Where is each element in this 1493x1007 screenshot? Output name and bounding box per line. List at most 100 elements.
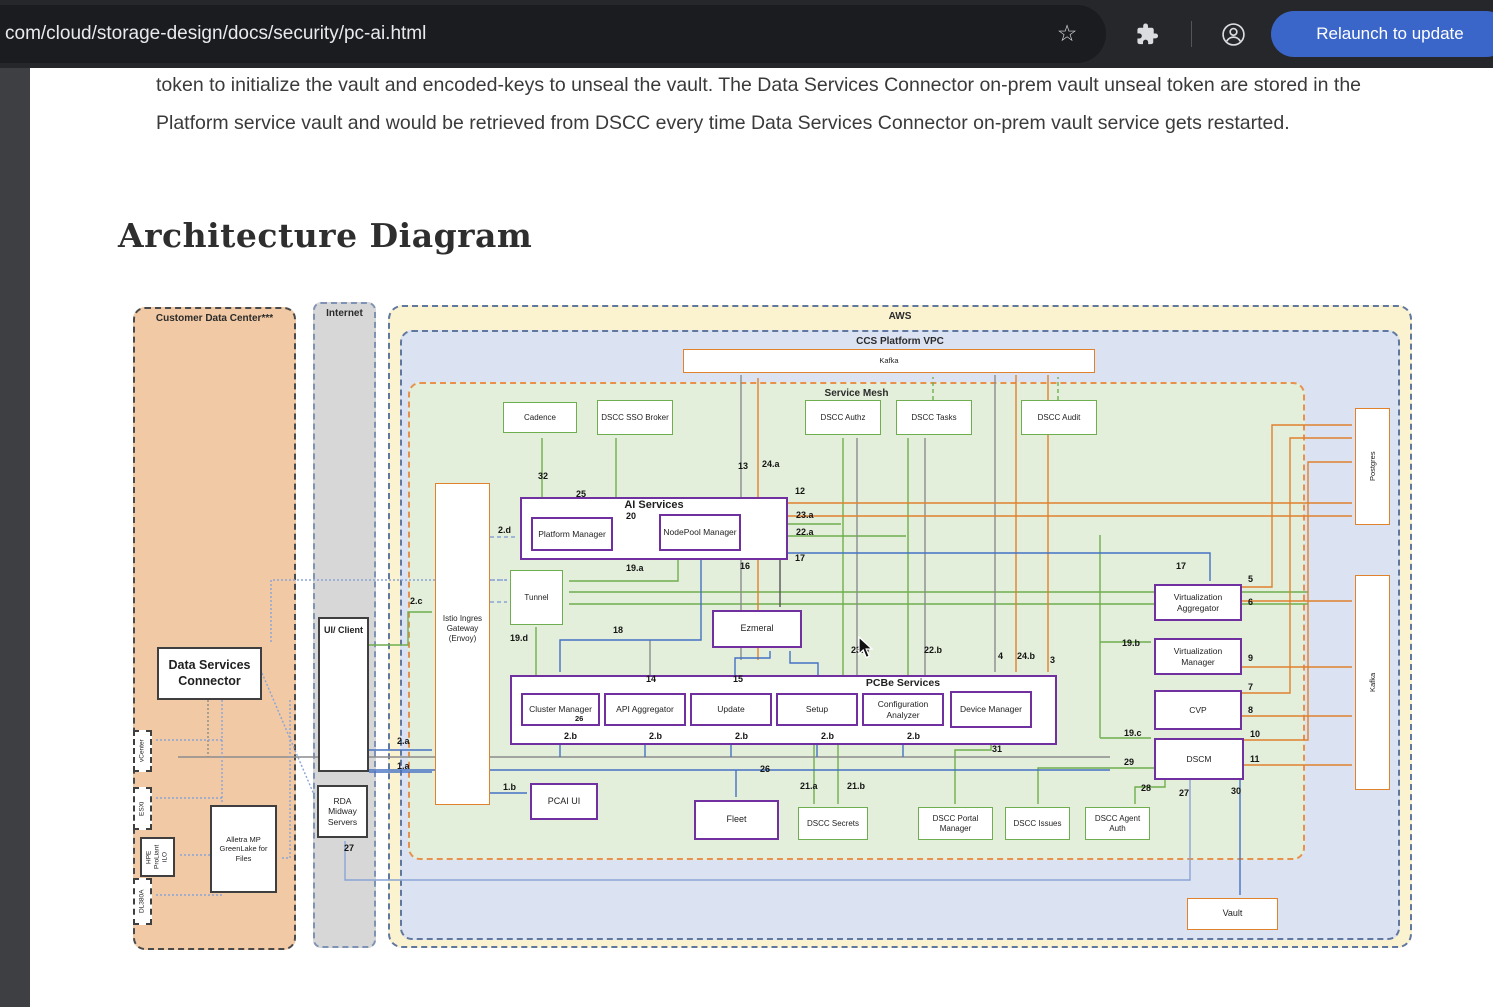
edge-label-8: 8 [1248,705,1253,715]
edge-label-19a: 19.a [626,563,644,573]
node-cvp: CVP [1154,690,1242,730]
edge-label-26-fleet: 26 [760,764,770,774]
edge-label-22b: 22.b [924,645,942,655]
edge-label-23a: 23.a [796,510,814,520]
node-data-services-connector: Data Services Connector [157,647,262,700]
edge-label-2b-2: 2.b [649,731,662,741]
edge-label-13: 13 [738,461,748,471]
node-dscc-tasks: DSCC Tasks [896,400,972,435]
edge-label-22a: 22.a [796,527,814,537]
edge-label-7: 7 [1248,682,1253,692]
node-dscc-audit: DSCC Audit [1021,400,1097,435]
edge-label-27-left: 27 [344,843,354,853]
edge-label-3: 3 [1050,655,1055,665]
edge-label-9: 9 [1248,653,1253,663]
edge-label-4: 4 [998,651,1003,661]
edge-label-24b: 24.b [1017,651,1035,661]
window-edge [0,68,30,1007]
node-hpe-proliant-ilo: HPE ProLiant iLO [140,837,175,877]
node-dscc-issues: DSCC Issues [1005,807,1070,840]
node-ezmeral: Ezmeral [712,610,802,648]
edge-label-20: 20 [626,511,636,521]
edge-label-27-right: 27 [1179,788,1189,798]
architecture-diagram: Customer Data Center*** Internet AWS CCS… [118,295,1412,955]
node-api-aggregator: API Aggregator [604,693,686,726]
edge-label-12: 12 [795,486,805,496]
node-alletra-mp-greenlake: Alletra MP GreenLake for Files [210,805,277,893]
profile-icon[interactable] [1221,22,1246,47]
node-cadence: Cadence [503,402,577,433]
node-fleet: Fleet [694,800,779,840]
node-dscc-sso-broker: DSCC SSO Broker [597,400,673,435]
relaunch-to-update-button[interactable]: Relaunch to update [1271,11,1493,57]
node-vault: Vault [1187,898,1278,930]
node-postgres: Postgres [1355,408,1390,525]
toolbar-divider [1191,21,1192,47]
node-dscc-authz: DSCC Authz [805,400,881,435]
node-tunnel: Tunnel [510,570,563,625]
edge-label-6: 6 [1248,597,1253,607]
node-dscc-secrets: DSCC Secrets [798,807,868,840]
edge-label-19c: 19.c [1124,728,1142,738]
edge-label-17-right: 17 [1176,561,1186,571]
node-nodepool-manager: NodePool Manager [659,514,741,551]
edge-label-21b: 21.b [847,781,865,791]
edge-label-17-left: 17 [795,553,805,563]
edge-label-32: 32 [538,471,548,481]
node-kafka-top: Kafka [683,349,1095,373]
node-device-manager: Device Manager [950,691,1032,728]
edge-label-19b: 19.b [1122,638,1140,648]
edge-label-29: 29 [1124,757,1134,767]
edge-label-18: 18 [613,625,623,635]
edge-label-2b-1: 2.b [564,731,577,741]
edge-label-1b: 1.b [503,782,516,792]
edge-label-2c: 2.c [410,596,423,606]
bookmark-star-icon[interactable]: ☆ [1050,0,1084,68]
extensions-icon[interactable] [1136,23,1159,46]
edge-label-26-cluster: 26 [575,714,583,723]
edge-label-19d: 19.d [510,633,528,643]
edge-label-11: 11 [1250,754,1260,764]
edge-label-25: 25 [576,489,586,499]
node-dscc-portal-manager: DSCC Portal Manager [918,807,993,840]
node-cluster-manager: Cluster Manager [521,693,600,726]
node-vcenter: vCenter [133,730,152,772]
node-pcai-ui: PCAI UI [530,783,598,820]
edge-label-10: 10 [1250,729,1260,739]
node-dscm: DSCM [1154,738,1244,780]
body-paragraph: token to initialize the vault and encode… [156,66,1428,142]
edge-label-24a: 24.a [762,459,780,469]
mouse-cursor [858,636,880,665]
node-esxi: ESXi [133,787,152,830]
edge-label-5: 5 [1248,574,1253,584]
node-virtualization-manager: Virtualization Manager [1154,638,1242,675]
node-kafka-right: Kafka [1355,575,1390,790]
edge-label-21a: 21.a [800,781,818,791]
node-rda-midway-servers: RDA Midway Servers [317,785,368,838]
page-title: Architecture Diagram [118,216,532,255]
edge-label-30: 30 [1231,786,1241,796]
url-text[interactable]: com/cloud/storage-design/docs/security/p… [5,0,426,68]
pcbe-services-title: PCBe Services [758,677,1048,689]
edge-label-16: 16 [740,561,750,571]
node-dl380a: DL380A [133,878,152,925]
edge-label-1a: 1.a [397,761,410,771]
node-virtualization-aggregator: Virtualization Aggregator [1154,584,1242,621]
node-ui-client: UI/ Client [318,617,369,772]
edge-label-15: 15 [733,674,743,684]
node-platform-manager: Platform Manager [531,517,613,551]
ai-services-title: AI Services [520,499,788,511]
edge-label-2b-5: 2.b [907,731,920,741]
edge-label-2b-3: 2.b [735,731,748,741]
node-configuration-analyzer: Configuration Analyzer [862,693,944,726]
edge-label-2a: 2.a [397,736,410,746]
edge-label-2b-4: 2.b [821,731,834,741]
edge-label-28: 28 [1141,783,1151,793]
node-istio-ingress-gateway: Istio Ingres Gateway (Envoy) [435,483,490,805]
node-update: Update [690,693,772,726]
node-setup: Setup [776,693,858,726]
browser-toolbar: com/cloud/storage-design/docs/security/p… [0,0,1493,68]
edge-label-31: 31 [992,744,1002,754]
node-dscc-agent-auth: DSCC Agent Auth [1085,807,1150,840]
edge-label-14: 14 [646,674,656,684]
